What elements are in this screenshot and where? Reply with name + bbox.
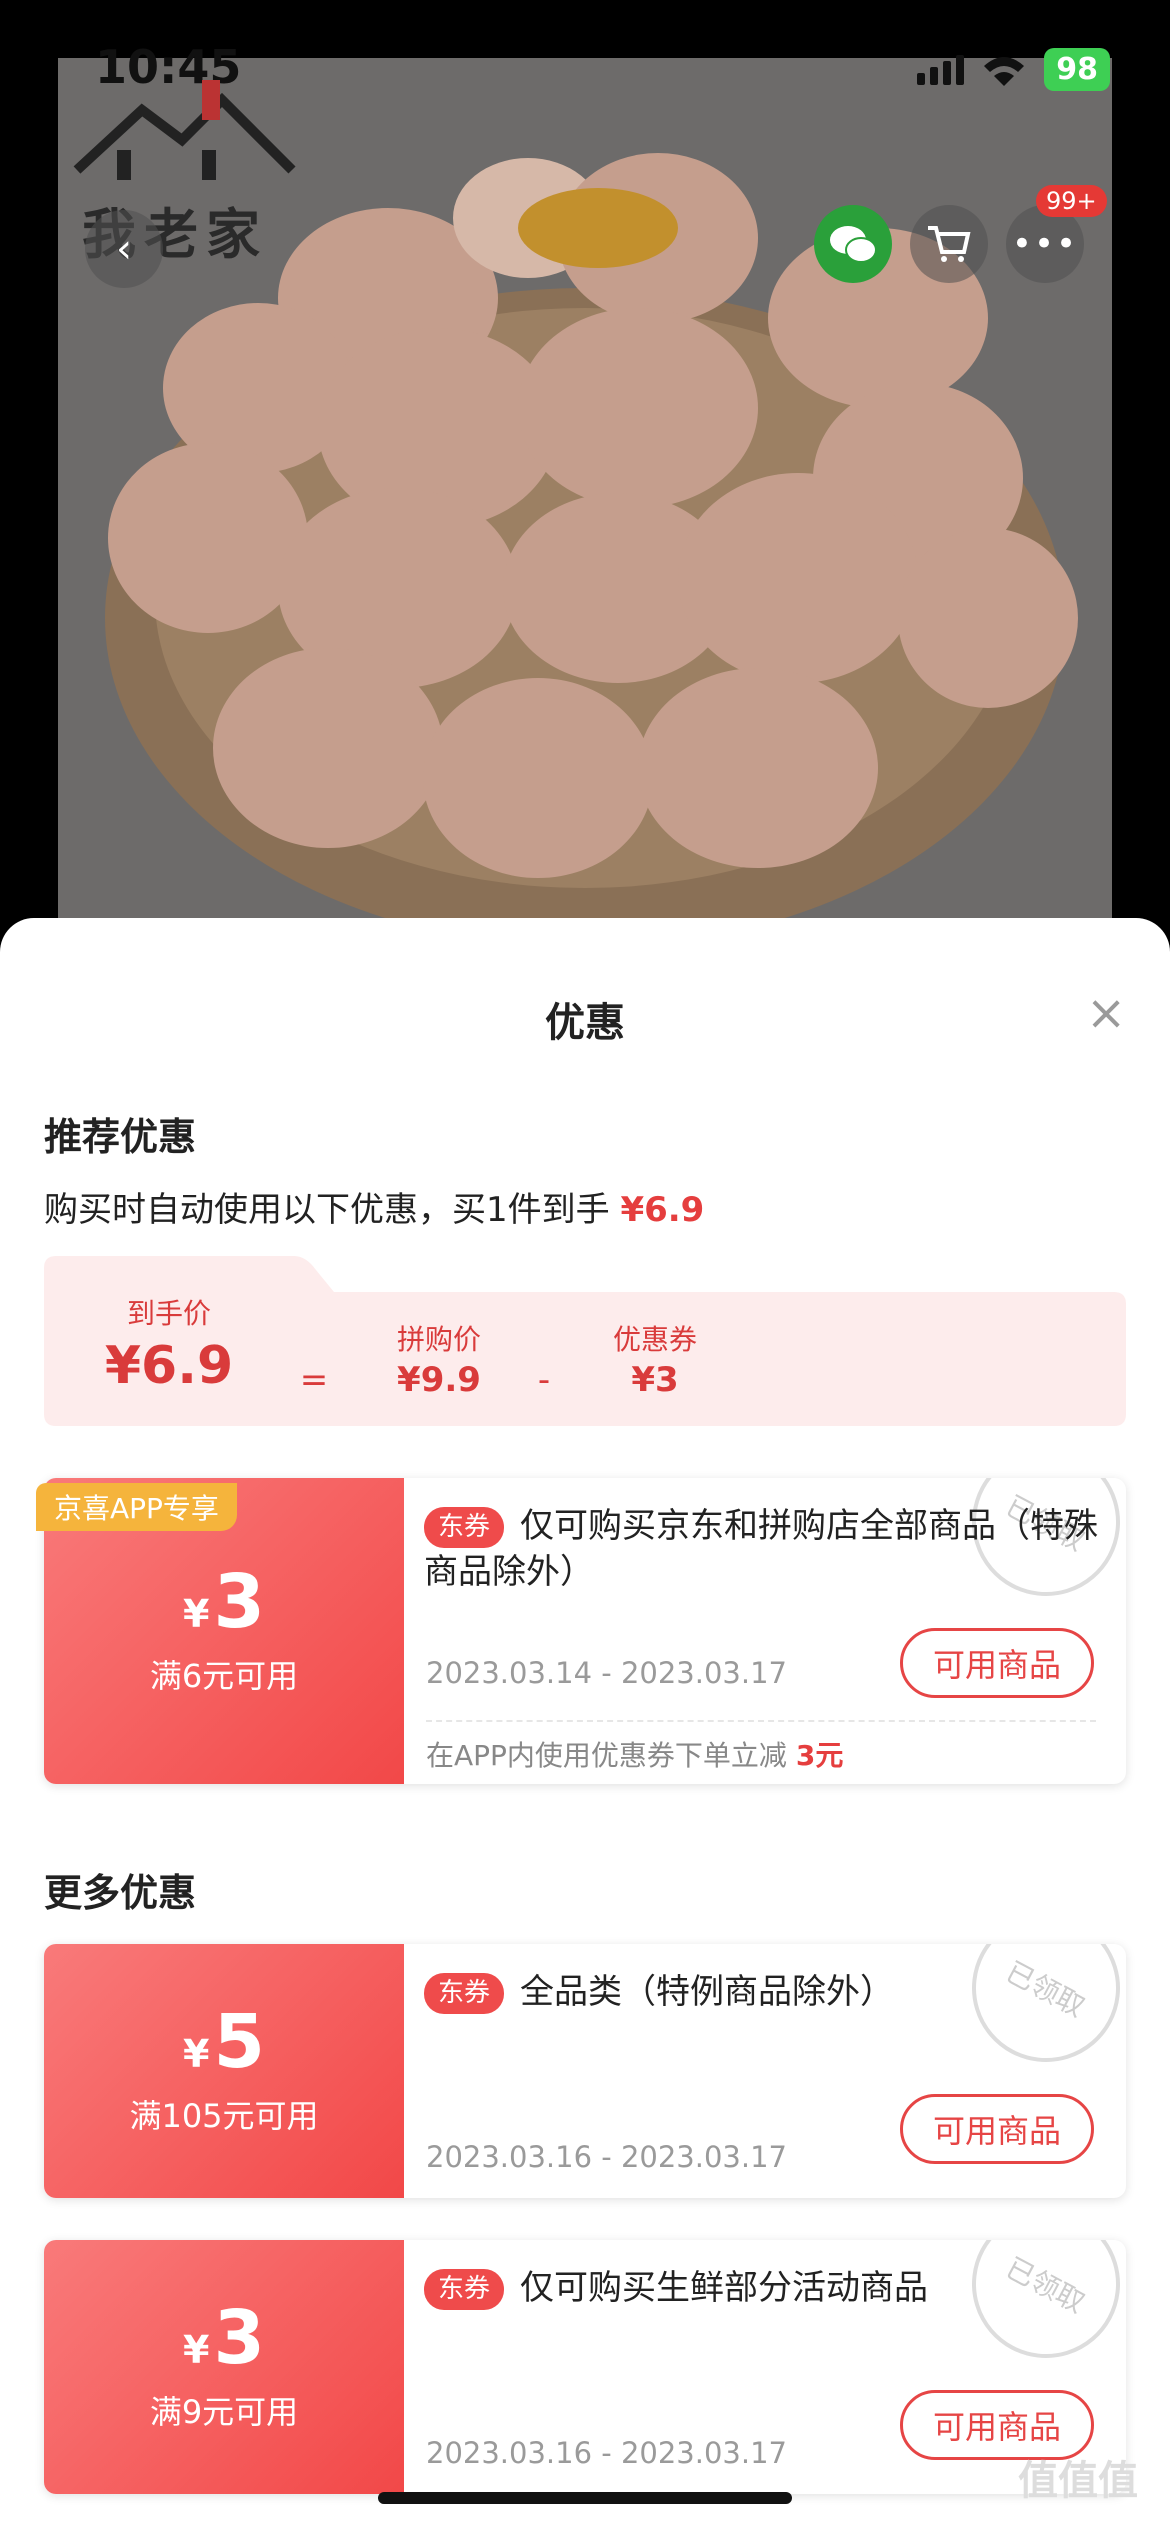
coupon-condition: 满105元可用 (129, 2097, 319, 2135)
coupon-tag: 东券 (424, 2268, 505, 2311)
coupon-note-text: 在APP内使用优惠券下单立减 (426, 1739, 787, 1772)
coupon-title-text: 仅可购买生鲜部分活动商品 (520, 2268, 929, 2308)
more-dots-icon: ••• (1011, 224, 1079, 264)
available-products-button[interactable]: 可用商品 (900, 1628, 1094, 1698)
coupon-amount-value: 5 (213, 1999, 265, 2085)
available-products-button[interactable]: 可用商品 (900, 2094, 1094, 2164)
back-button[interactable]: ‹ (85, 210, 163, 288)
claimed-stamp-icon: 已领取 (945, 1944, 1126, 2089)
coupon-title: 东券 仅可购买京东和拼购店全部商品（特殊商品除外） (424, 1504, 1104, 1596)
close-icon[interactable]: × (1086, 985, 1126, 1041)
coupon-title-text: 仅可购买京东和拼购店全部商品（特殊商品除外） (424, 1506, 1099, 1592)
minus-sign: - (537, 1360, 551, 1400)
price-breakdown: 到手价 ¥6.9 = 拼购价 ¥9.9 - 优惠券 ¥3 (44, 1256, 1126, 1426)
group-price-value: ¥9.9 (397, 1360, 481, 1400)
wifi-icon (984, 56, 1025, 86)
wechat-icon (830, 226, 877, 263)
coupon-condition: 满9元可用 (149, 2393, 299, 2431)
battery-indicator: 98 (1044, 48, 1110, 91)
status-icons: 98 (917, 48, 1110, 91)
cart-count-badge: 99+ (1036, 185, 1107, 217)
group-price-label: 拼购价 (396, 1323, 481, 1356)
coupon-label: 优惠券 (612, 1323, 697, 1356)
claimed-stamp-icon: 已领取 (945, 2240, 1126, 2385)
recommended-desc-price: ¥6.9 (620, 1190, 705, 1230)
sheet-title: 优惠 (545, 1000, 625, 1046)
coupon-tag: 东券 (424, 1506, 505, 1549)
final-price-label: 到手价 (126, 1297, 211, 1330)
coupon-title: 东券 全品类（特例商品除外） (424, 1970, 1104, 2016)
recommended-heading: 推荐优惠 (44, 1115, 197, 1159)
coupon-amount-panel: ¥5 满105元可用 (44, 1944, 404, 2198)
app-exclusive-ribbon: 京喜APP专享 (36, 1483, 237, 1531)
coupon-card: ¥3 满9元可用 已领取 东券 仅可购买生鲜部分活动商品 2023.03.16 -… (44, 2240, 1126, 2494)
wechat-share-button[interactable] (814, 205, 892, 283)
coupon-amount-value: 3 (213, 2295, 265, 2381)
more-heading: 更多优惠 (44, 1871, 197, 1915)
coupon-date: 2023.03.14 - 2023.03.17 (426, 1656, 787, 1690)
coupon-title-text: 全品类（特例商品除外） (520, 1972, 895, 2012)
chevron-left-icon: ‹ (116, 226, 132, 272)
cart-icon (928, 226, 971, 262)
equals-sign: = (299, 1360, 329, 1400)
signal-icon (917, 54, 965, 85)
coupon-value: ¥3 (631, 1360, 679, 1400)
coupon-card: ¥5 满105元可用 已领取 东券 全品类（特例商品除外） 2023.03.16 … (44, 1944, 1126, 2198)
coupon-amount-panel: ¥3 满9元可用 (44, 2240, 404, 2494)
currency-symbol: ¥ (183, 2328, 210, 2372)
coupon-amount: ¥5 (183, 2005, 265, 2079)
currency-symbol: ¥ (183, 2032, 210, 2076)
final-price-value: ¥6.9 (104, 1336, 234, 1396)
coupon-title: 东券 仅可购买生鲜部分活动商品 (424, 2266, 1104, 2312)
coupon-amount-value: 3 (213, 1559, 265, 1645)
coupon-date: 2023.03.16 - 2023.03.17 (426, 2436, 787, 2470)
coupon-amount: ¥3 (183, 2301, 265, 2375)
divider (426, 1720, 1096, 1722)
coupon-note-value: 3元 (795, 1739, 844, 1772)
coupon-tag: 东券 (424, 1972, 505, 2015)
coupon-condition: 满6元可用 (149, 1657, 299, 1695)
home-indicator[interactable] (378, 2492, 792, 2504)
coupon-note: 在APP内使用优惠券下单立减 3元 (426, 1734, 843, 1774)
cart-button[interactable] (910, 205, 988, 283)
watermark: 值值值 (1018, 2458, 1138, 2504)
coupon-date: 2023.03.16 - 2023.03.17 (426, 2140, 787, 2174)
recommended-desc-text: 购买时自动使用以下优惠，买1件到手 (44, 1190, 610, 1230)
recommended-desc: 购买时自动使用以下优惠，买1件到手 ¥6.9 (44, 1182, 704, 1231)
logo-house-icon (73, 80, 296, 180)
coupon-amount: ¥3 (183, 1565, 265, 1639)
currency-symbol: ¥ (183, 1592, 210, 1636)
